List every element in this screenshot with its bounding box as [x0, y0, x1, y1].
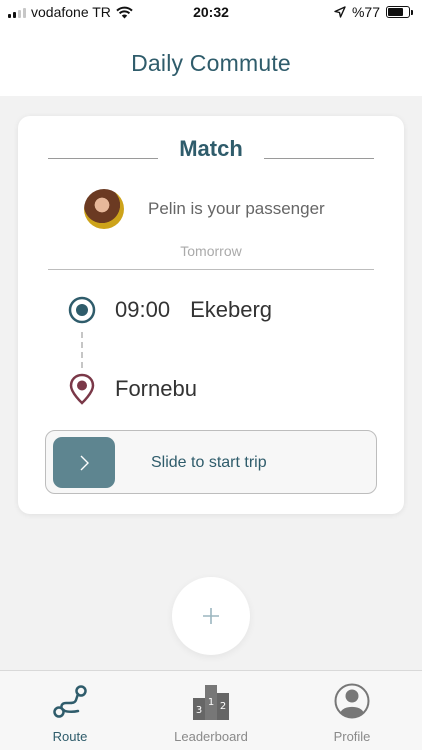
svg-text:2: 2 — [220, 701, 226, 712]
location-arrow-icon — [334, 6, 346, 18]
tab-leaderboard-label: Leaderboard — [174, 729, 248, 744]
podium-icon: 3 1 2 — [193, 685, 229, 720]
origin-row: 09:00 Ekeberg — [68, 296, 272, 324]
app-header: Daily Commute — [0, 24, 422, 96]
plus-icon — [203, 608, 219, 624]
status-bar: vodafone TR 20:32 %77 — [0, 0, 422, 24]
route-connector — [81, 332, 83, 368]
match-card: Match Pelin is your passenger Tomorrow 0… — [18, 116, 404, 514]
destination-row: Fornebu — [68, 373, 197, 405]
page-title: Daily Commute — [131, 50, 291, 76]
battery-icon — [386, 6, 413, 18]
destination-pin-icon — [69, 373, 95, 405]
origin-time: 09:00 — [115, 297, 171, 322]
tab-leaderboard[interactable]: 3 1 2 Leaderboard — [141, 671, 281, 750]
tab-profile[interactable]: Profile — [282, 671, 422, 750]
passenger-avatar — [84, 189, 124, 229]
svg-text:3: 3 — [196, 705, 202, 716]
battery-percent: %77 — [351, 4, 380, 20]
trip-date: Tomorrow — [180, 243, 242, 259]
tab-profile-label: Profile — [333, 729, 371, 744]
slider-label: Slide to start trip — [151, 454, 267, 471]
passenger-text: Pelin is your passenger — [148, 199, 325, 218]
chevron-right-icon — [80, 455, 89, 470]
card-divider — [48, 269, 374, 270]
svg-text:1: 1 — [208, 697, 214, 708]
tab-route-label: Route — [52, 729, 88, 744]
add-button[interactable] — [172, 577, 250, 655]
destination-name: Fornebu — [115, 376, 197, 401]
slide-to-start-slider[interactable]: Slide to start trip — [45, 430, 377, 494]
origin-name: Ekeberg — [190, 297, 273, 322]
tab-route[interactable]: Route — [0, 671, 140, 750]
status-right: %77 — [334, 4, 413, 20]
profile-icon — [334, 683, 370, 719]
title-divider-right — [264, 158, 374, 159]
tab-bar: Route 3 1 2 Leaderboard Profile — [0, 670, 422, 750]
origin-radio-icon — [68, 296, 96, 324]
route-icon — [53, 685, 87, 718]
slider-handle[interactable] — [53, 437, 115, 488]
match-title-row: Match — [48, 136, 374, 166]
passenger-row: Pelin is your passenger — [84, 188, 325, 230]
